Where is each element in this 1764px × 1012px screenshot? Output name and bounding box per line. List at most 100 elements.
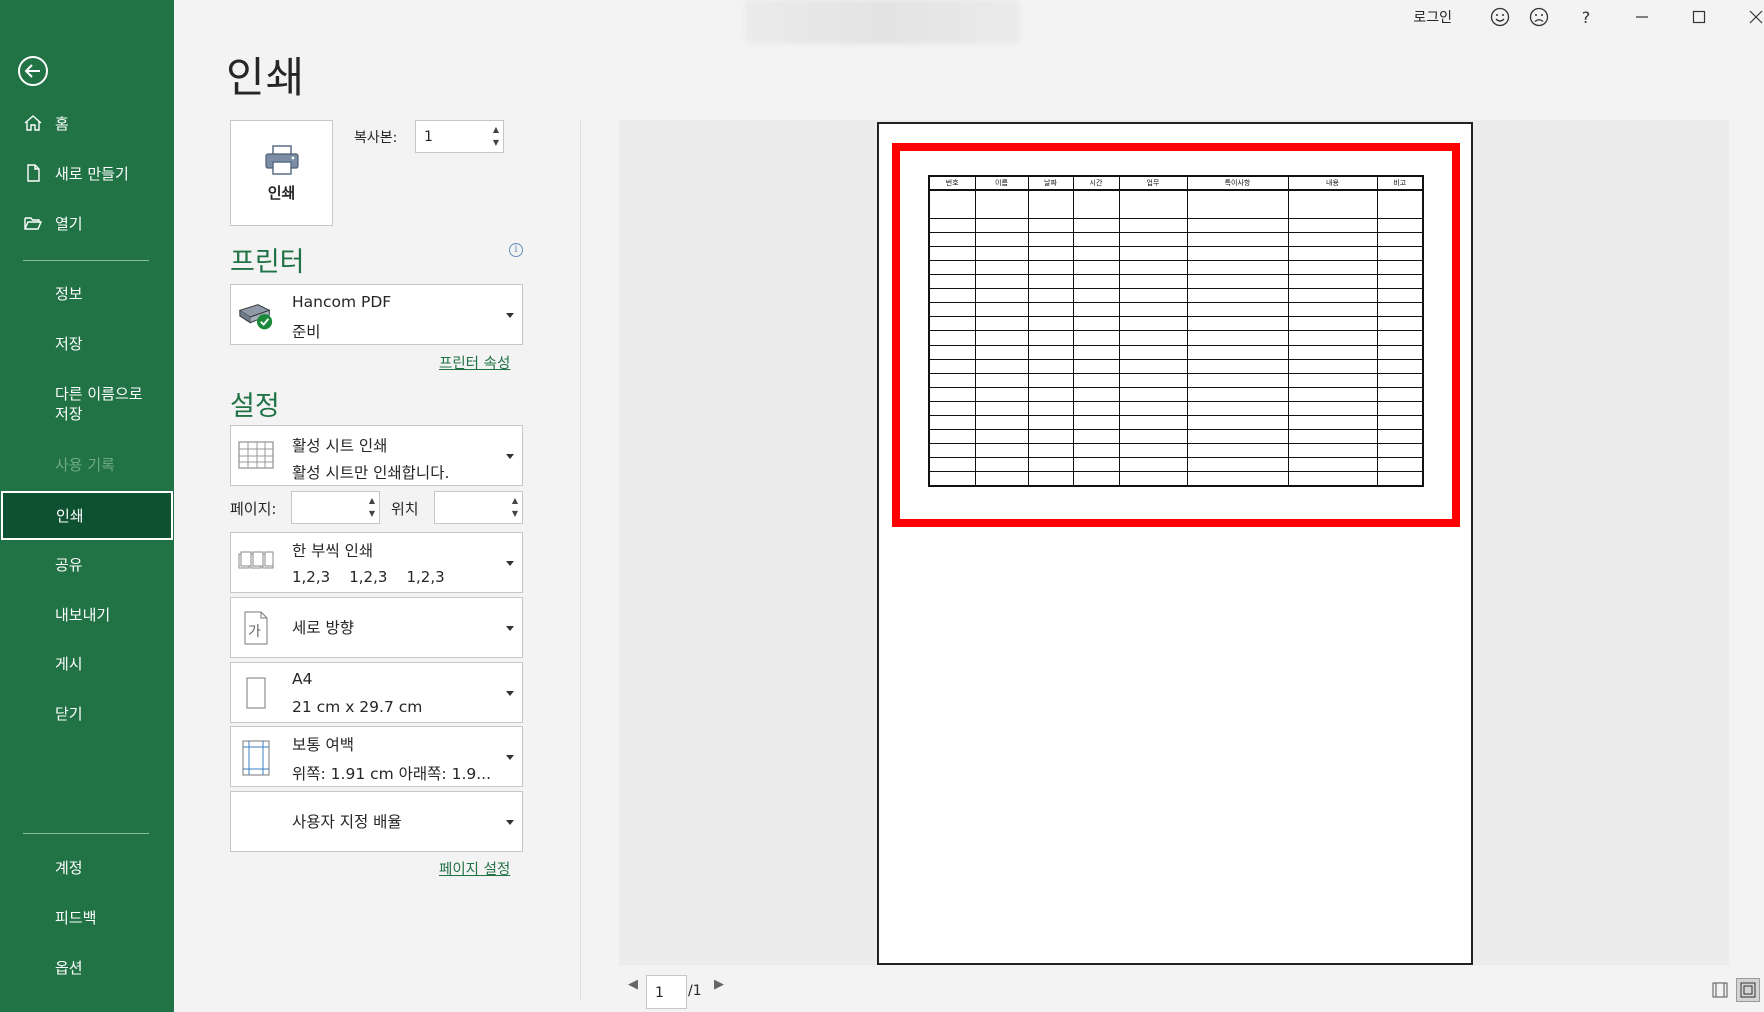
- nav-account[interactable]: 계정: [0, 845, 174, 889]
- paper-size-title: A4: [292, 670, 313, 688]
- chevron-down-icon: [506, 755, 514, 760]
- smiley-icon[interactable]: [1489, 6, 1511, 28]
- collation-dropdown[interactable]: 한 부씩 인쇄 1,2,3 1,2,3 1,2,3: [230, 532, 523, 593]
- nav-label: 다른 이름으로 저장: [55, 385, 143, 423]
- backstage-sidebar: 홈 새로 만들기 열기 정보 저장 다른 이름으로 저장 사용 기록 인쇄 공유…: [0, 0, 174, 1012]
- printer-dropdown[interactable]: Hancom PDF 준비: [230, 284, 523, 345]
- nav-label: 인쇄: [56, 507, 84, 525]
- nav-publish[interactable]: 게시: [0, 641, 174, 685]
- chevron-down-icon: [506, 454, 514, 459]
- frown-icon[interactable]: [1528, 6, 1550, 28]
- nav-label: 내보내기: [55, 605, 111, 624]
- collation-desc: 1,2,3 1,2,3 1,2,3: [292, 568, 445, 586]
- printer-icon: [264, 144, 299, 175]
- copies-label: 복사본:: [354, 130, 398, 146]
- pages-to-label: 위치: [391, 500, 419, 518]
- next-page-icon[interactable]: ▶: [714, 977, 724, 992]
- zoom-to-page-icon[interactable]: [1736, 978, 1760, 1002]
- nav-label: 사용 기록: [55, 455, 115, 474]
- home-icon: [22, 112, 44, 134]
- nav-label: 계정: [55, 858, 83, 877]
- prev-page-icon[interactable]: ◀: [628, 977, 638, 992]
- window-title-blurred: [745, 0, 1020, 44]
- nav-save-as[interactable]: 다른 이름으로 저장: [0, 379, 174, 429]
- paper-size-icon: [237, 675, 275, 711]
- scaling-dropdown[interactable]: 사용자 지정 배율: [230, 791, 523, 852]
- help-icon[interactable]: ?: [1575, 6, 1597, 28]
- nav-label: 공유: [55, 555, 83, 574]
- spinner-arrows-icon[interactable]: ▲ ▼: [369, 494, 375, 520]
- paper-size-desc: 21 cm x 29.7 cm: [292, 698, 423, 716]
- help-glyph: ?: [1581, 7, 1591, 27]
- back-button[interactable]: [18, 56, 48, 86]
- maximize-icon[interactable]: [1688, 6, 1710, 28]
- nav-open[interactable]: 열기: [0, 201, 174, 245]
- chevron-down-icon: [506, 691, 514, 696]
- pages-label: 페이지:: [230, 500, 277, 518]
- collated-pages-icon: [237, 546, 275, 576]
- print-button[interactable]: 인쇄: [230, 120, 333, 226]
- nav-info[interactable]: 정보: [0, 271, 174, 315]
- highlight-box: [892, 143, 1460, 527]
- chevron-down-icon: [506, 626, 514, 631]
- nav-separator: [23, 833, 149, 834]
- spinner-arrows-icon[interactable]: ▲ ▼: [512, 494, 518, 520]
- printer-status: 준비: [292, 323, 321, 341]
- printer-ready-icon: [237, 300, 275, 334]
- printer-name: Hancom PDF: [292, 293, 392, 311]
- page-number-input[interactable]: 1: [646, 975, 687, 1009]
- print-what-dropdown[interactable]: 활성 시트 인쇄 활성 시트만 인쇄합니다.: [230, 425, 523, 486]
- svg-text:가: 가: [248, 624, 261, 640]
- margins-icon: [237, 739, 275, 777]
- nav-close[interactable]: 닫기: [0, 691, 174, 735]
- panel-divider: [580, 120, 581, 1000]
- orientation-title: 세로 방향: [292, 619, 354, 637]
- nav-print[interactable]: 인쇄: [1, 491, 173, 540]
- spinner-arrows-icon[interactable]: ▲ ▼: [493, 123, 499, 149]
- chevron-down-icon: [506, 313, 514, 318]
- print-what-title: 활성 시트 인쇄: [292, 437, 388, 455]
- nav-home[interactable]: 홈: [0, 101, 174, 145]
- portrait-page-icon: 가: [237, 610, 275, 646]
- nav-label: 열기: [55, 214, 83, 233]
- nav-label: 홈: [55, 114, 69, 133]
- nav-options[interactable]: 옵션: [0, 945, 174, 989]
- nav-separator: [23, 260, 149, 261]
- info-icon[interactable]: i: [509, 243, 523, 257]
- nav-label: 게시: [55, 654, 83, 673]
- nav-save[interactable]: 저장: [0, 321, 174, 365]
- page-setup-link[interactable]: 페이지 설정: [439, 858, 510, 879]
- copies-spinner[interactable]: 1 ▲ ▼: [415, 120, 504, 153]
- nav-new[interactable]: 새로 만들기: [0, 151, 174, 195]
- margins-desc: 위쪽: 1.91 cm 아래쪽: 1.9...: [292, 765, 492, 783]
- pages-from-spinner[interactable]: ▲ ▼: [291, 491, 380, 524]
- nav-share[interactable]: 공유: [0, 542, 174, 586]
- printer-properties-link[interactable]: 프린터 속성: [439, 352, 510, 373]
- settings-heading: 설정: [230, 391, 280, 422]
- scaling-title: 사용자 지정 배율: [292, 813, 402, 831]
- nav-label: 새로 만들기: [55, 164, 129, 183]
- margins-title: 보통 여백: [292, 736, 354, 754]
- nav-label: 저장: [55, 334, 83, 353]
- new-file-icon: [22, 162, 44, 184]
- page-number-value: 1: [655, 985, 664, 1001]
- orientation-dropdown[interactable]: 가 세로 방향: [230, 597, 523, 658]
- sheet-grid-icon: [237, 440, 275, 470]
- margins-dropdown[interactable]: 보통 여백 위쪽: 1.91 cm 아래쪽: 1.9...: [230, 726, 523, 787]
- login-link[interactable]: 로그인: [1413, 7, 1452, 27]
- chevron-down-icon: [506, 820, 514, 825]
- copies-value: 1: [424, 129, 433, 145]
- show-margins-icon[interactable]: [1708, 978, 1732, 1002]
- close-icon[interactable]: [1745, 6, 1764, 28]
- pages-to-spinner[interactable]: ▲ ▼: [434, 491, 523, 524]
- print-what-desc: 활성 시트만 인쇄합니다.: [292, 464, 450, 482]
- nav-feedback[interactable]: 피드백: [0, 895, 174, 939]
- page-title: 인쇄: [226, 53, 306, 102]
- paper-size-dropdown[interactable]: A4 21 cm x 29.7 cm: [230, 662, 523, 723]
- nav-history: 사용 기록: [0, 442, 174, 486]
- nav-label: 닫기: [55, 704, 83, 723]
- nav-export[interactable]: 내보내기: [0, 592, 174, 636]
- print-button-label: 인쇄: [267, 183, 296, 202]
- nav-label: 피드백: [55, 908, 97, 927]
- minimize-icon[interactable]: [1631, 6, 1653, 28]
